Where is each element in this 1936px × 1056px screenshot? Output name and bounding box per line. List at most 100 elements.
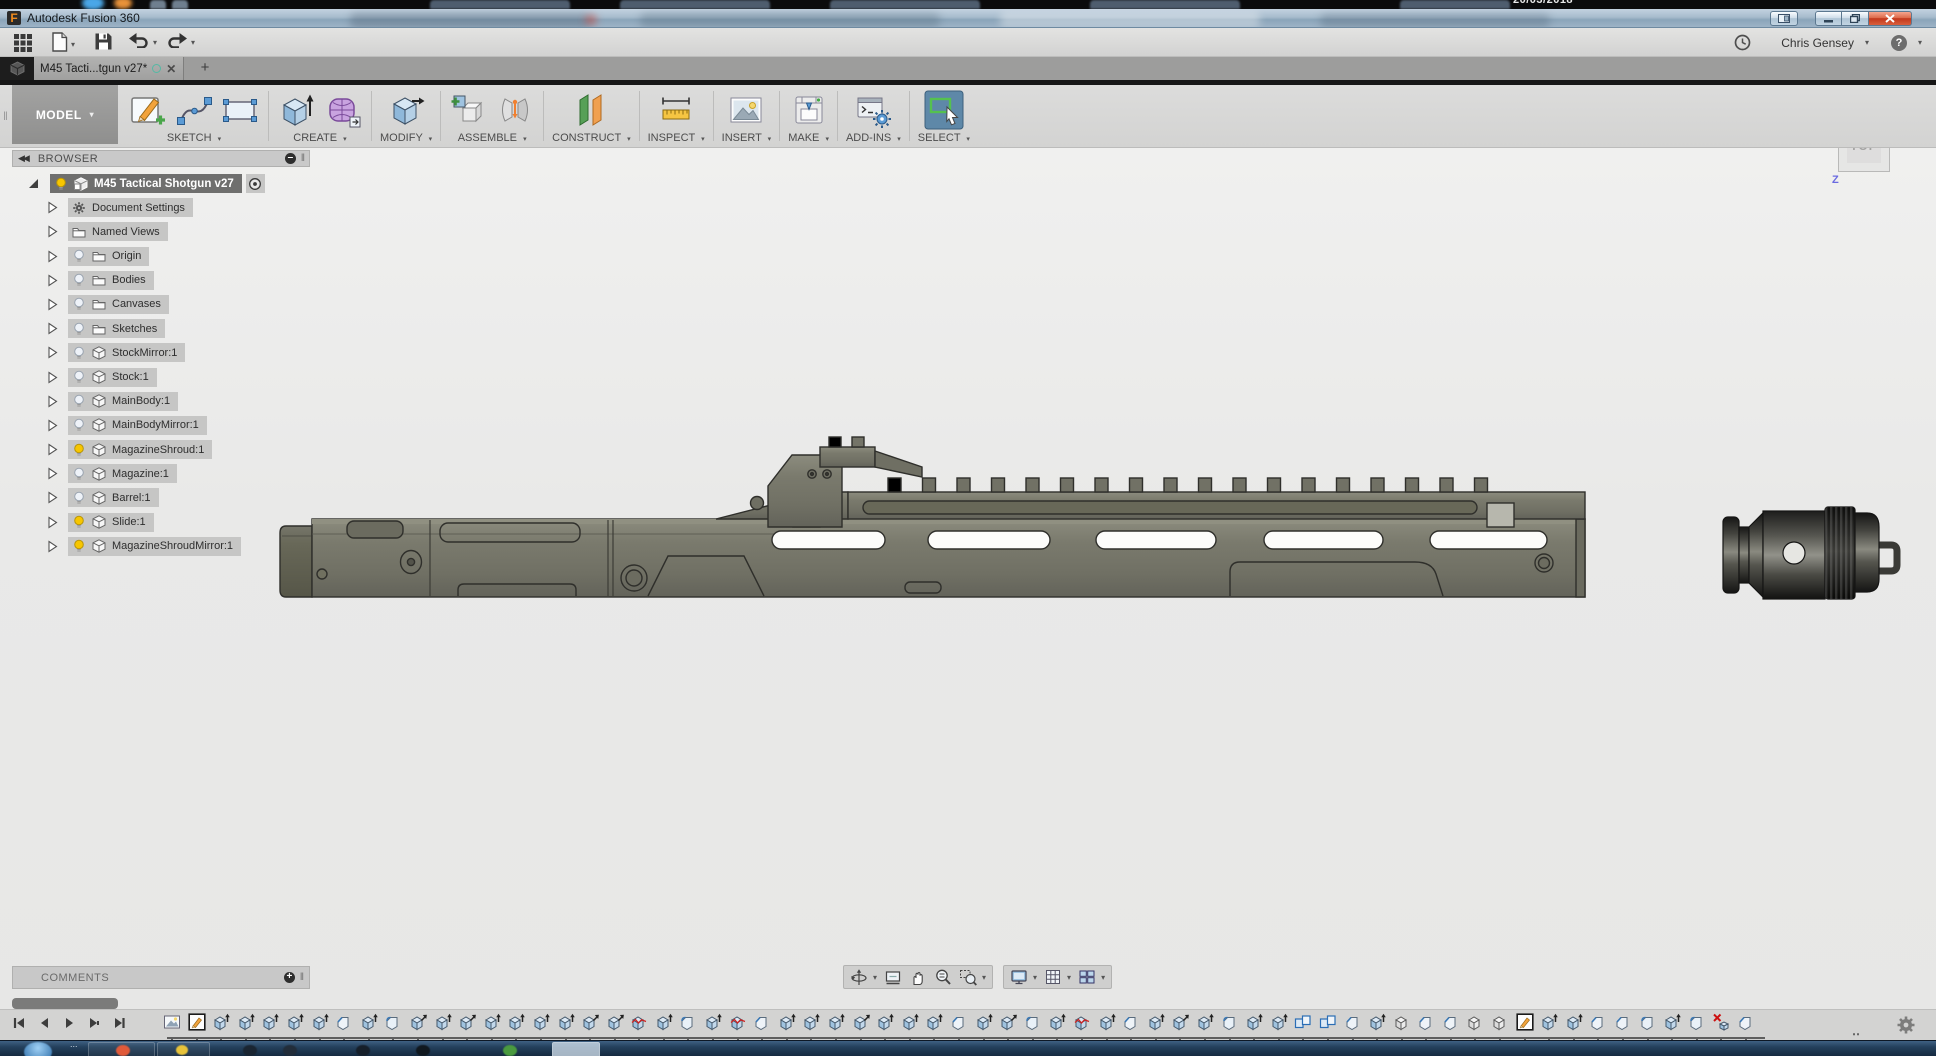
timeline-settings-gear-icon[interactable] — [1896, 1015, 1916, 1040]
taskbar-active-app[interactable] — [552, 1042, 600, 1056]
print-icon[interactable] — [789, 90, 829, 130]
zoom-window-icon[interactable]: ▾ — [959, 968, 986, 986]
windows-taskbar[interactable]: ... — [0, 1040, 1936, 1056]
tree-item-chip[interactable]: Canvases — [68, 295, 169, 314]
tree-item-origin[interactable]: Origin — [12, 247, 310, 266]
tree-collapse-icon[interactable] — [46, 250, 59, 263]
tree-item-barrel-1[interactable]: Barrel:1 — [12, 488, 310, 507]
select-icon[interactable] — [924, 90, 964, 130]
tree-item-document-settings[interactable]: Document Settings — [12, 198, 310, 217]
tree-item-magazine-1[interactable]: Magazine:1 — [12, 464, 310, 483]
grid-settings-dropdown-caret[interactable]: ▾ — [1067, 973, 1071, 982]
tree-root-m45-tactical-shotgun[interactable]: M45 Tactical Shotgun v27 — [12, 174, 310, 193]
orbit-icon[interactable]: ▾ — [850, 968, 877, 986]
tree-collapse-icon[interactable] — [46, 467, 59, 480]
spline-icon[interactable] — [174, 90, 214, 130]
visibility-bulb-icon[interactable] — [72, 467, 86, 481]
tree-item-chip[interactable]: Sketches — [68, 319, 165, 338]
taskbar-app-icon[interactable] — [416, 1045, 430, 1056]
scripts-icon[interactable] — [853, 90, 893, 130]
help-caret[interactable]: ▾ — [1918, 38, 1922, 47]
show-panel-button[interactable] — [1770, 11, 1798, 26]
tree-item-mainbodymirror-1[interactable]: MainBodyMirror:1 — [12, 416, 310, 435]
panel-grip[interactable]: ‖ — [301, 153, 304, 164]
visibility-bulb-icon[interactable] — [72, 394, 86, 408]
timeline-step-back-icon[interactable] — [37, 1016, 51, 1030]
model-main-body[interactable] — [280, 437, 1585, 597]
timeline-go-to-start-icon[interactable] — [12, 1016, 26, 1030]
tree-item-mainbody-1[interactable]: MainBody:1 — [12, 392, 310, 411]
tree-item-canvases[interactable]: Canvases — [12, 295, 310, 314]
ribbon-group-label[interactable]: INSPECT ▾ — [648, 132, 705, 144]
new-component-icon[interactable] — [449, 90, 489, 130]
tree-item-bodies[interactable]: Bodies — [12, 271, 310, 290]
tree-item-chip[interactable]: Document Settings — [68, 198, 193, 217]
undo-icon[interactable]: ▾ — [128, 32, 157, 53]
data-panel-cube-icon[interactable] — [0, 57, 34, 80]
new-file-icon[interactable]: ▾ — [51, 32, 75, 57]
visibility-bulb-icon[interactable] — [72, 418, 86, 432]
tree-collapse-icon[interactable] — [46, 395, 59, 408]
visibility-bulb-icon[interactable] — [72, 322, 86, 336]
timeline-ruler[interactable] — [167, 1037, 1765, 1039]
tree-item-chip[interactable]: Origin — [68, 247, 149, 266]
user-menu-caret[interactable]: ▾ — [1865, 38, 1869, 47]
visibility-bulb-icon[interactable] — [72, 443, 86, 457]
tree-item-slide-1[interactable]: Slide:1 — [12, 513, 310, 532]
orbit-dropdown-caret[interactable]: ▾ — [873, 973, 877, 982]
create-sketch-icon[interactable] — [128, 90, 168, 130]
timeline-go-to-end-icon[interactable] — [112, 1016, 126, 1030]
collapsed-panel-bar[interactable] — [12, 998, 118, 1009]
tree-item-chip[interactable]: Slide:1 — [68, 513, 154, 532]
tree-item-magazineshroudmirror-1[interactable]: MagazineShroudMirror:1 — [12, 537, 310, 556]
zoom-icon[interactable] — [934, 968, 952, 986]
display-settings-dropdown-caret[interactable]: ▾ — [1033, 973, 1037, 982]
insert-image-icon[interactable] — [726, 90, 766, 130]
tree-item-sketches[interactable]: Sketches — [12, 319, 310, 338]
tree-item-chip[interactable]: StockMirror:1 — [68, 343, 185, 362]
ribbon-grip[interactable]: ‖ — [0, 85, 12, 147]
ribbon-group-label[interactable]: SELECT ▾ — [918, 132, 970, 144]
ribbon-group-label[interactable]: ADD-INS ▾ — [846, 132, 901, 144]
pan-icon[interactable] — [909, 968, 927, 986]
viewports-dropdown-caret[interactable]: ▾ — [1101, 973, 1105, 982]
document-tab-active[interactable]: M45 Tacti...tgun v27* ✕ — [34, 57, 184, 80]
model-magazine-cap[interactable] — [1723, 507, 1897, 599]
tree-collapse-icon[interactable] — [46, 443, 59, 456]
visibility-bulb-icon[interactable] — [54, 177, 68, 191]
model-picatinny-rail[interactable] — [888, 478, 1488, 492]
start-orb[interactable] — [24, 1042, 52, 1056]
activate-component-radio[interactable] — [246, 174, 265, 193]
tree-collapse-icon[interactable] — [46, 540, 59, 553]
tree-collapse-icon[interactable] — [46, 371, 59, 384]
help-icon[interactable]: ? — [1891, 35, 1907, 51]
taskbar-app-icon[interactable] — [116, 1045, 130, 1056]
app-grid-icon[interactable] — [13, 32, 33, 52]
tree-collapse-icon[interactable] — [46, 225, 59, 238]
tree-item-chip[interactable]: M45 Tactical Shotgun v27 — [50, 174, 242, 193]
tree-collapse-icon[interactable] — [46, 516, 59, 529]
visibility-bulb-icon[interactable] — [72, 249, 86, 263]
ribbon-group-label[interactable]: SKETCH ▾ — [167, 132, 221, 144]
timeline-step-forward-icon[interactable] — [87, 1016, 101, 1030]
ribbon-group-label[interactable]: ASSEMBLE ▾ — [458, 132, 527, 144]
tree-item-chip[interactable]: MagazineShroudMirror:1 — [68, 537, 241, 556]
ribbon-group-label[interactable]: CONSTRUCT ▾ — [552, 132, 630, 144]
taskbar-app-icon[interactable] — [356, 1045, 370, 1056]
add-comment-icon[interactable]: + — [284, 972, 295, 983]
window-titlebar[interactable]: F Autodesk Fusion 360 — [0, 9, 1936, 28]
tree-item-chip[interactable]: MainBodyMirror:1 — [68, 416, 207, 435]
visibility-bulb-icon[interactable] — [72, 346, 86, 360]
press-pull-icon[interactable] — [386, 90, 426, 130]
workspace-selector[interactable]: MODEL▾ — [12, 85, 118, 144]
collapse-panel-icon[interactable]: ◀◀ — [18, 153, 28, 164]
new-tab-button[interactable]: + — [192, 57, 218, 80]
taskbar-app-icon[interactable] — [503, 1045, 517, 1056]
tree-item-stock-1[interactable]: Stock:1 — [12, 368, 310, 387]
visibility-bulb-icon[interactable] — [72, 370, 86, 384]
tree-item-chip[interactable]: Bodies — [68, 271, 154, 290]
tree-collapse-icon[interactable] — [46, 491, 59, 504]
tree-item-chip[interactable]: Barrel:1 — [68, 488, 159, 507]
visibility-bulb-icon[interactable] — [72, 491, 86, 505]
tree-expanded-icon[interactable] — [26, 176, 41, 191]
